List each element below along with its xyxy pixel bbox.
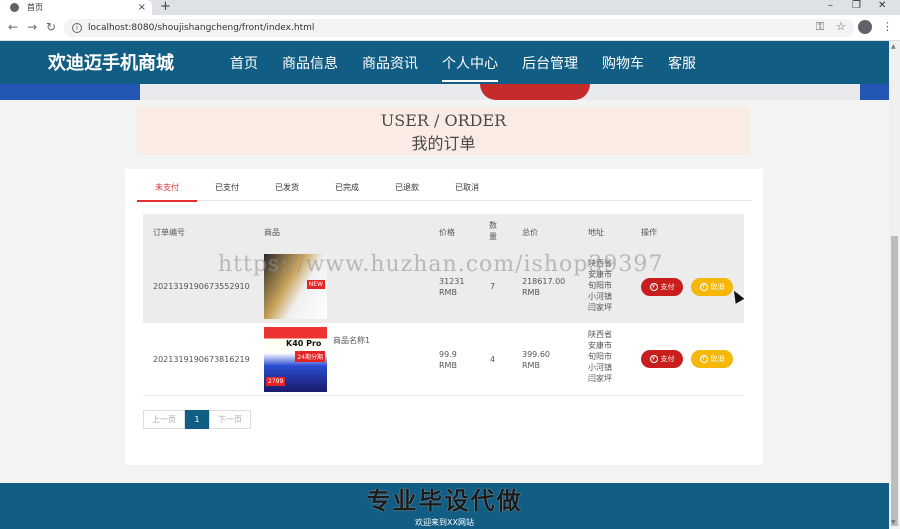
window-close-icon[interactable]: ✕ <box>878 0 886 12</box>
tab-completed[interactable]: 已完成 <box>317 181 377 201</box>
new-tab-button[interactable]: + <box>160 0 171 13</box>
nav-home[interactable]: 首页 <box>218 41 270 84</box>
pagination: 上一页 1 下一页 <box>143 410 251 429</box>
yen-icon: ¥ <box>649 283 658 291</box>
page-title-zh: 我的订单 <box>411 134 476 153</box>
cancel-button[interactable]: ¥ 取消 <box>691 350 733 368</box>
banner-right-shape <box>860 84 889 100</box>
order-no: 2021319190673816219 <box>153 355 250 364</box>
orders-card: 未支付 已支付 已发货 已完成 已退款 已取消 订单编号 商品 价格 数量 总价… <box>125 169 763 465</box>
nav-products[interactable]: 商品信息 <box>270 41 350 84</box>
product-image-price: 2799 <box>266 377 286 386</box>
watermark-text: https://www.huzhan.com/ishop39397 <box>218 252 664 277</box>
pay-label: 支付 <box>660 283 675 291</box>
banner-image <box>0 84 889 100</box>
price: 99.9 RMB <box>439 350 457 370</box>
footer-slogan: 专业毕设代做 <box>366 487 523 515</box>
main-nav: 首页 商品信息 商品资讯 个人中心 后台管理 购物车 客服 <box>218 41 708 84</box>
orders-table: 订单编号 商品 价格 数量 总价 地址 操作 20213191906735529… <box>143 214 744 396</box>
total: 218617.00 RMB <box>522 277 566 297</box>
back-arrow-icon[interactable]: ← <box>8 20 18 34</box>
tab-paid[interactable]: 已支付 <box>197 181 257 201</box>
scroll-down-icon[interactable]: ▼ <box>891 519 896 526</box>
restore-icon[interactable]: ❐ <box>852 0 861 12</box>
info-icon[interactable]: i <box>72 23 82 33</box>
tab-unpaid[interactable]: 未支付 <box>137 181 197 202</box>
page-title-box: USER / ORDER 我的订单 <box>137 107 750 155</box>
scroll-thumb[interactable] <box>891 236 898 526</box>
prev-page-button[interactable]: 上一页 <box>143 410 185 429</box>
total: 399.60 RMB <box>522 350 550 370</box>
pay-label: 支付 <box>660 355 675 363</box>
site-footer: 专业毕设代做 欢迎来到XX网站 <box>0 483 889 529</box>
tab-refunded[interactable]: 已退款 <box>377 181 437 201</box>
order-status-tabs: 未支付 已支付 已发货 已完成 已退款 已取消 <box>137 181 751 202</box>
browser-tab[interactable]: 首页 × <box>0 0 152 15</box>
key-icon[interactable]: ⚿ <box>816 20 824 34</box>
star-icon[interactable]: ☆ <box>836 20 846 33</box>
order-no: 2021319190673552910 <box>153 282 250 291</box>
product-image-text: K40 Pro <box>286 339 322 348</box>
address-bar: ← → ↻ i localhost:8080/shoujishangcheng/… <box>0 15 900 41</box>
profile-avatar-icon[interactable] <box>858 20 872 34</box>
url-input[interactable]: i localhost:8080/shoujishangcheng/front/… <box>64 19 854 37</box>
next-page-button[interactable]: 下一页 <box>209 410 251 429</box>
quantity: 4 <box>490 355 496 364</box>
nav-cart[interactable]: 购物车 <box>590 41 656 84</box>
tab-title: 首页 <box>27 3 43 12</box>
address: 陕西省 安康市 旬阳市 小河镇 闫家坪 <box>588 330 612 383</box>
header-total: 总价 <box>522 228 538 237</box>
header-product: 商品 <box>264 228 280 237</box>
yen-icon: ¥ <box>699 355 708 363</box>
header-order-no: 订单编号 <box>153 228 185 237</box>
site-brand[interactable]: 欢迪迈手机商城 <box>48 49 174 75</box>
header-qty: 数量 <box>489 221 497 241</box>
more-menu-icon[interactable]: ⋮ <box>882 20 893 33</box>
banner-left-shape <box>0 84 140 100</box>
minimize-icon[interactable]: – <box>828 0 833 12</box>
product-badge: NEW <box>306 280 325 289</box>
nav-user-center[interactable]: 个人中心 <box>430 41 510 84</box>
table-header: 订单编号 商品 价格 数量 总价 地址 操作 <box>143 214 744 250</box>
nav-service[interactable]: 客服 <box>656 41 708 84</box>
tab-shipped[interactable]: 已发货 <box>257 181 317 201</box>
page-scrollbar[interactable]: ▲ ▼ <box>889 41 900 529</box>
product-name[interactable]: 商品名称1 <box>333 335 370 346</box>
cancel-label: 取消 <box>710 283 725 291</box>
site-header: 欢迪迈手机商城 首页 商品信息 商品资讯 个人中心 后台管理 购物车 客服 <box>0 41 889 84</box>
pay-button[interactable]: ¥ 支付 <box>641 350 683 368</box>
price: 31231 RMB <box>439 277 465 297</box>
forward-arrow-icon[interactable]: → <box>27 20 37 34</box>
pay-button[interactable]: ¥ 支付 <box>641 278 683 296</box>
page-title-en: USER / ORDER <box>380 111 507 130</box>
footer-welcome: 欢迎来到XX网站 <box>415 518 474 527</box>
globe-icon <box>10 3 19 12</box>
table-row: 2021319190673816219 K40 Pro 24期分期 2799 商… <box>143 323 744 396</box>
close-tab-icon[interactable]: × <box>138 2 146 13</box>
banner-center-shape <box>480 84 590 100</box>
product-badge: 24期分期 <box>295 351 325 362</box>
header-price: 价格 <box>439 228 455 237</box>
header-address: 地址 <box>588 228 604 237</box>
cancel-label: 取消 <box>710 355 725 363</box>
nav-admin[interactable]: 后台管理 <box>510 41 590 84</box>
nav-news[interactable]: 商品资讯 <box>350 41 430 84</box>
yen-icon: ¥ <box>699 283 708 291</box>
browser-tab-bar: 首页 × + – ❐ ✕ <box>0 0 900 15</box>
cancel-button[interactable]: ¥ 取消 <box>691 278 733 296</box>
page-number-button[interactable]: 1 <box>185 410 209 429</box>
tab-cancelled[interactable]: 已取消 <box>437 181 497 201</box>
header-action: 操作 <box>641 228 657 237</box>
quantity: 7 <box>490 282 496 291</box>
url-text: localhost:8080/shoujishangcheng/front/in… <box>88 23 315 33</box>
yen-icon: ¥ <box>649 355 658 363</box>
reload-icon[interactable]: ↻ <box>46 20 56 34</box>
scroll-up-icon[interactable]: ▲ <box>891 43 896 50</box>
product-image[interactable]: K40 Pro 24期分期 2799 <box>264 327 327 392</box>
